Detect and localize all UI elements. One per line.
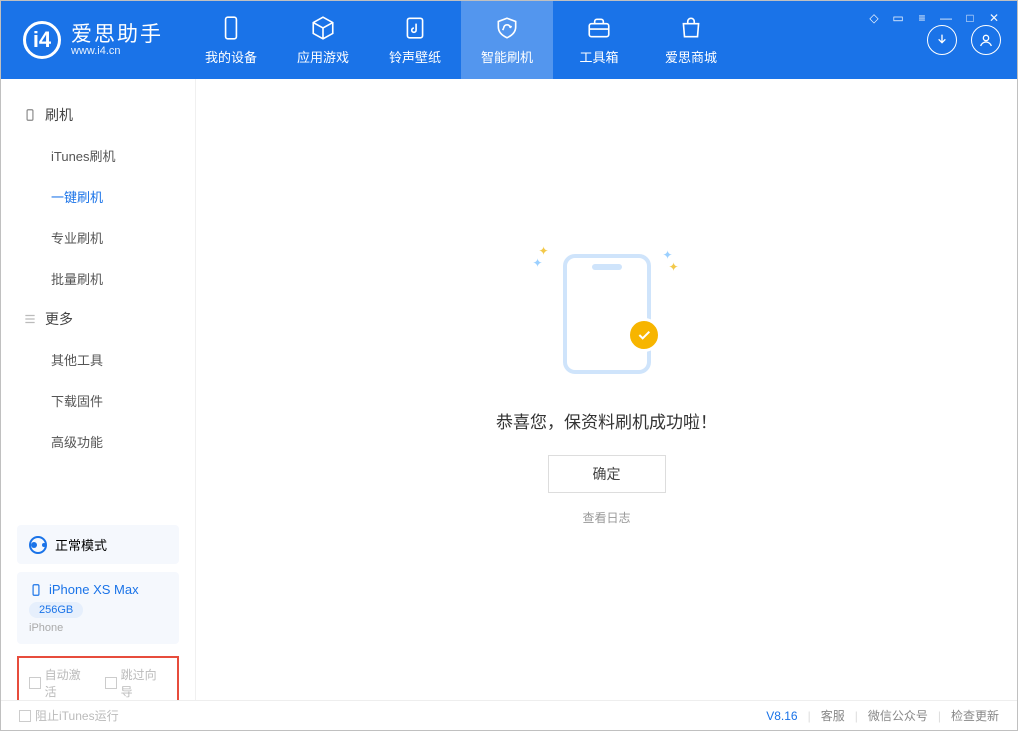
menu-icon[interactable]: ≡ bbox=[915, 11, 929, 25]
toolbox-icon bbox=[586, 15, 612, 41]
list-icon bbox=[23, 312, 37, 326]
phone-outline-icon bbox=[563, 254, 651, 374]
music-file-icon bbox=[402, 15, 428, 41]
app-url: www.i4.cn bbox=[71, 46, 163, 57]
device-type: iPhone bbox=[29, 622, 167, 634]
category-label: 刷机 bbox=[45, 105, 73, 125]
sidebar-item-oneclick-flash[interactable]: 一键刷机 bbox=[1, 176, 195, 217]
phone-small-icon bbox=[23, 108, 37, 122]
feedback-icon[interactable]: ▭ bbox=[891, 11, 905, 25]
sidebar-item-other-tools[interactable]: 其他工具 bbox=[1, 339, 195, 380]
account-button[interactable] bbox=[971, 25, 1001, 55]
tab-label: 工具箱 bbox=[579, 47, 618, 66]
mode-label: 正常模式 bbox=[55, 535, 107, 554]
success-message: 恭喜您，保资料刷机成功啦！ bbox=[496, 408, 717, 433]
view-log-link[interactable]: 查看日志 bbox=[582, 509, 630, 526]
nav-tabs: 我的设备 应用游戏 铃声壁纸 智能刷机 工具箱 爱思商城 bbox=[185, 1, 737, 79]
tab-apps-games[interactable]: 应用游戏 bbox=[277, 1, 369, 79]
header-right bbox=[927, 25, 1017, 55]
shield-refresh-icon bbox=[494, 15, 520, 41]
sidebar-item-batch-flash[interactable]: 批量刷机 bbox=[1, 258, 195, 299]
sidebar-category-more: 更多 bbox=[1, 299, 195, 339]
checkbox-label: 自动激活 bbox=[45, 666, 91, 700]
checkbox-stop-itunes[interactable]: 阻止iTunes运行 bbox=[19, 707, 119, 724]
wechat-link[interactable]: 微信公众号 bbox=[868, 707, 928, 724]
tab-label: 应用游戏 bbox=[297, 47, 349, 66]
download-button[interactable] bbox=[927, 25, 957, 55]
options-highlight-box: 自动激活 跳过向导 bbox=[17, 656, 179, 700]
mode-status-icon bbox=[29, 536, 47, 554]
sidebar-item-advanced[interactable]: 高级功能 bbox=[1, 421, 195, 462]
tab-label: 智能刷机 bbox=[481, 47, 533, 66]
checkbox-skip-guide[interactable]: 跳过向导 bbox=[105, 666, 167, 700]
category-label: 更多 bbox=[45, 309, 73, 329]
app-logo: i4 爱思助手 www.i4.cn bbox=[1, 21, 185, 59]
sidebar-item-download-firmware[interactable]: 下载固件 bbox=[1, 380, 195, 421]
sidebar-category-flash: 刷机 bbox=[1, 95, 195, 135]
window-controls: ◇ ▭ ≡ — □ ✕ bbox=[867, 11, 1001, 25]
cube-icon bbox=[310, 15, 336, 41]
footer-bar: 阻止iTunes运行 V8.16 | 客服 | 微信公众号 | 检查更新 bbox=[1, 700, 1017, 730]
maximize-icon[interactable]: □ bbox=[963, 11, 977, 25]
close-icon[interactable]: ✕ bbox=[987, 11, 1001, 25]
tab-store[interactable]: 爱思商城 bbox=[645, 1, 737, 79]
app-name: 爱思助手 bbox=[71, 23, 163, 46]
support-link[interactable]: 客服 bbox=[821, 707, 845, 724]
tab-label: 爱思商城 bbox=[665, 47, 717, 66]
skin-icon[interactable]: ◇ bbox=[867, 11, 881, 25]
tab-ringtones-wallpapers[interactable]: 铃声壁纸 bbox=[369, 1, 461, 79]
ok-button[interactable]: 确定 bbox=[548, 455, 666, 493]
logo-icon: i4 bbox=[23, 21, 61, 59]
device-name-row: iPhone XS Max bbox=[29, 582, 167, 597]
tab-my-device[interactable]: 我的设备 bbox=[185, 1, 277, 79]
checkbox-label: 阻止iTunes运行 bbox=[35, 707, 119, 724]
checkbox-auto-activate[interactable]: 自动激活 bbox=[29, 666, 91, 700]
main-content: ✦✦ ✦✦ 恭喜您，保资料刷机成功啦！ 确定 查看日志 bbox=[196, 79, 1017, 700]
tab-label: 我的设备 bbox=[205, 47, 257, 66]
version-label: V8.16 bbox=[766, 709, 797, 723]
success-illustration: ✦✦ ✦✦ bbox=[563, 254, 651, 374]
sidebar-item-itunes-flash[interactable]: iTunes刷机 bbox=[1, 135, 195, 176]
check-update-link[interactable]: 检查更新 bbox=[951, 707, 999, 724]
sidebar-item-pro-flash[interactable]: 专业刷机 bbox=[1, 217, 195, 258]
capacity-badge: 256GB bbox=[29, 602, 83, 618]
device-mode-card[interactable]: 正常模式 bbox=[17, 525, 179, 564]
device-name: iPhone XS Max bbox=[49, 582, 139, 597]
phone-icon bbox=[29, 583, 43, 597]
success-check-icon bbox=[627, 318, 661, 352]
device-card[interactable]: iPhone XS Max 256GB iPhone bbox=[17, 572, 179, 644]
tab-toolbox[interactable]: 工具箱 bbox=[553, 1, 645, 79]
header-bar: i4 爱思助手 www.i4.cn 我的设备 应用游戏 铃声壁纸 智能刷机 工具… bbox=[1, 1, 1017, 79]
sidebar: 刷机 iTunes刷机 一键刷机 专业刷机 批量刷机 更多 其他工具 下载固件 … bbox=[1, 79, 196, 700]
checkbox-label: 跳过向导 bbox=[121, 666, 167, 700]
tab-label: 铃声壁纸 bbox=[389, 47, 441, 66]
device-icon bbox=[218, 15, 244, 41]
tab-smart-flash[interactable]: 智能刷机 bbox=[461, 1, 553, 79]
bag-icon bbox=[678, 15, 704, 41]
minimize-icon[interactable]: — bbox=[939, 11, 953, 25]
